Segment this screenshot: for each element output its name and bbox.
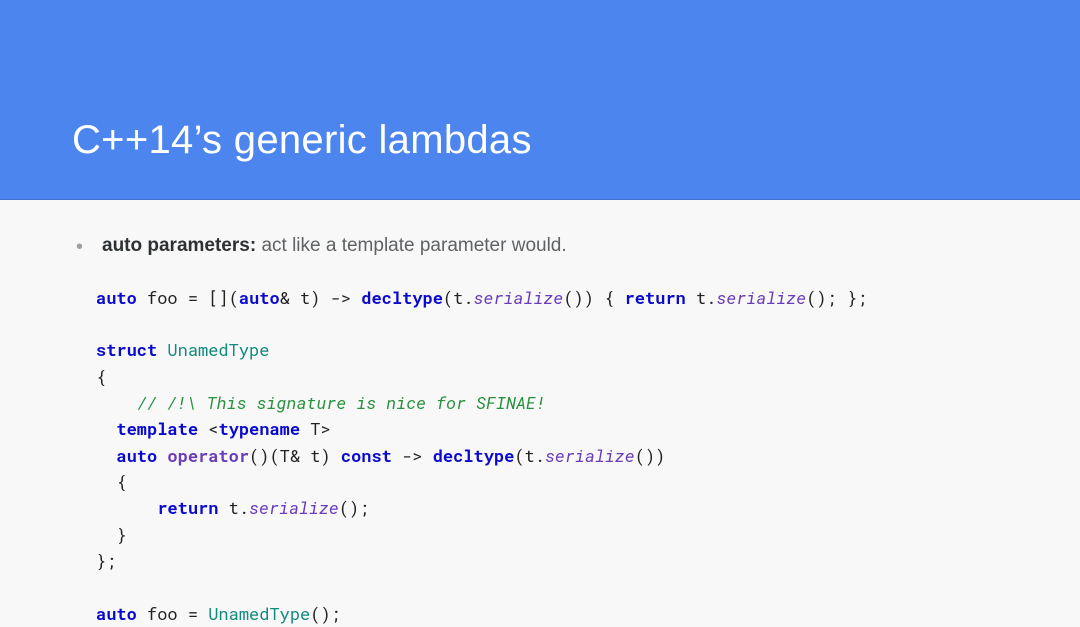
code-text [157, 338, 167, 361]
code-text [96, 496, 157, 519]
code-keyword: decltype [433, 444, 515, 467]
bullet-strong: auto parameters: [102, 235, 256, 256]
code-keyword: const [341, 444, 392, 467]
code-text [157, 444, 167, 467]
code-text: }; [96, 549, 116, 572]
code-text: foo = []( [137, 286, 239, 309]
code-text: } [96, 523, 127, 546]
code-text: ()(T& t) [249, 444, 341, 467]
code-text: { [96, 365, 106, 388]
code-text: < [198, 417, 218, 440]
code-keyword: operator [167, 444, 249, 467]
code-text: & t) -> [280, 286, 362, 309]
code-text [96, 391, 137, 414]
code-text: foo = [137, 602, 208, 625]
code-text: (); [339, 496, 370, 519]
bullet-rest: act like a template parameter would. [256, 235, 567, 256]
code-comment: // /!\ This signature is nice for SFINAE… [137, 391, 546, 414]
code-keyword: auto [96, 286, 137, 309]
slide-title: C++14’s generic lambdas [72, 118, 532, 163]
slide-content: auto parameters: act like a template par… [0, 200, 1080, 627]
code-text: t. [686, 286, 717, 309]
code-fn: serialize [716, 286, 806, 309]
code-text: ()) { [563, 286, 624, 309]
code-text: -> [392, 444, 433, 467]
code-type: UnamedType [208, 602, 310, 625]
code-text: ()) [635, 444, 666, 467]
code-fn: serialize [545, 444, 635, 467]
code-type: UnamedType [167, 338, 269, 361]
code-keyword: decltype [361, 286, 443, 309]
code-text: t. [218, 496, 249, 519]
bullet-list: auto parameters: act like a template par… [72, 232, 1008, 261]
code-text: (); [310, 602, 341, 625]
code-keyword: auto [116, 444, 157, 467]
code-text: { [96, 470, 127, 493]
code-keyword: auto [239, 286, 280, 309]
code-keyword: return [157, 496, 218, 519]
code-text: T> [300, 417, 331, 440]
bullet-item: auto parameters: act like a template par… [102, 232, 1008, 261]
code-fn: serialize [249, 496, 339, 519]
code-text: (t. [443, 286, 474, 309]
code-keyword: return [625, 286, 686, 309]
code-text: (); }; [806, 286, 867, 309]
code-text [96, 417, 116, 440]
slide-header: C++14’s generic lambdas [0, 0, 1080, 200]
code-fn: serialize [474, 286, 564, 309]
code-keyword: template [116, 417, 198, 440]
code-keyword: auto [96, 602, 137, 625]
code-block: auto foo = [](auto& t) -> decltype(t.ser… [96, 285, 1008, 627]
code-text: (t. [514, 444, 545, 467]
code-text [96, 444, 116, 467]
code-keyword: typename [218, 417, 300, 440]
code-keyword: struct [96, 338, 157, 361]
